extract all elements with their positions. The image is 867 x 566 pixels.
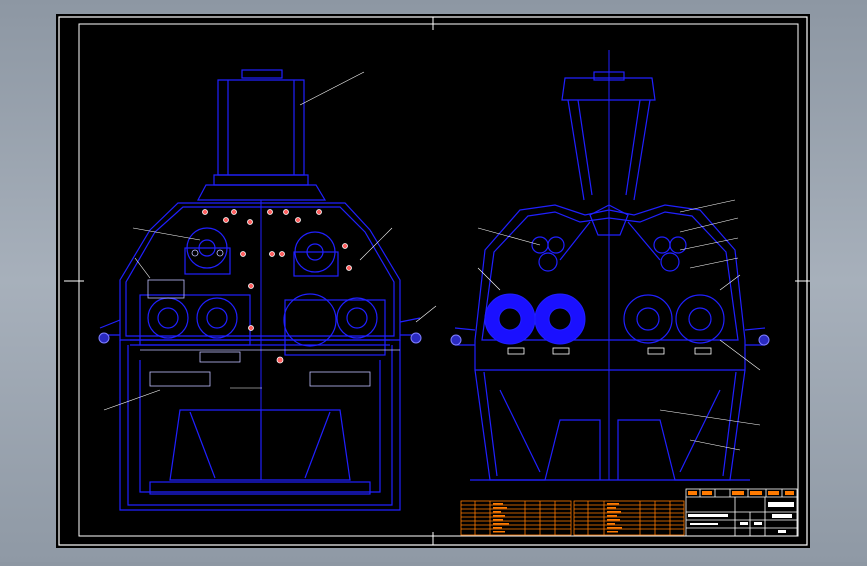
drawing-sheet xyxy=(56,14,810,548)
title-block-marks xyxy=(688,491,794,495)
cad-viewport xyxy=(0,0,867,562)
drawing-canvas xyxy=(56,14,810,548)
